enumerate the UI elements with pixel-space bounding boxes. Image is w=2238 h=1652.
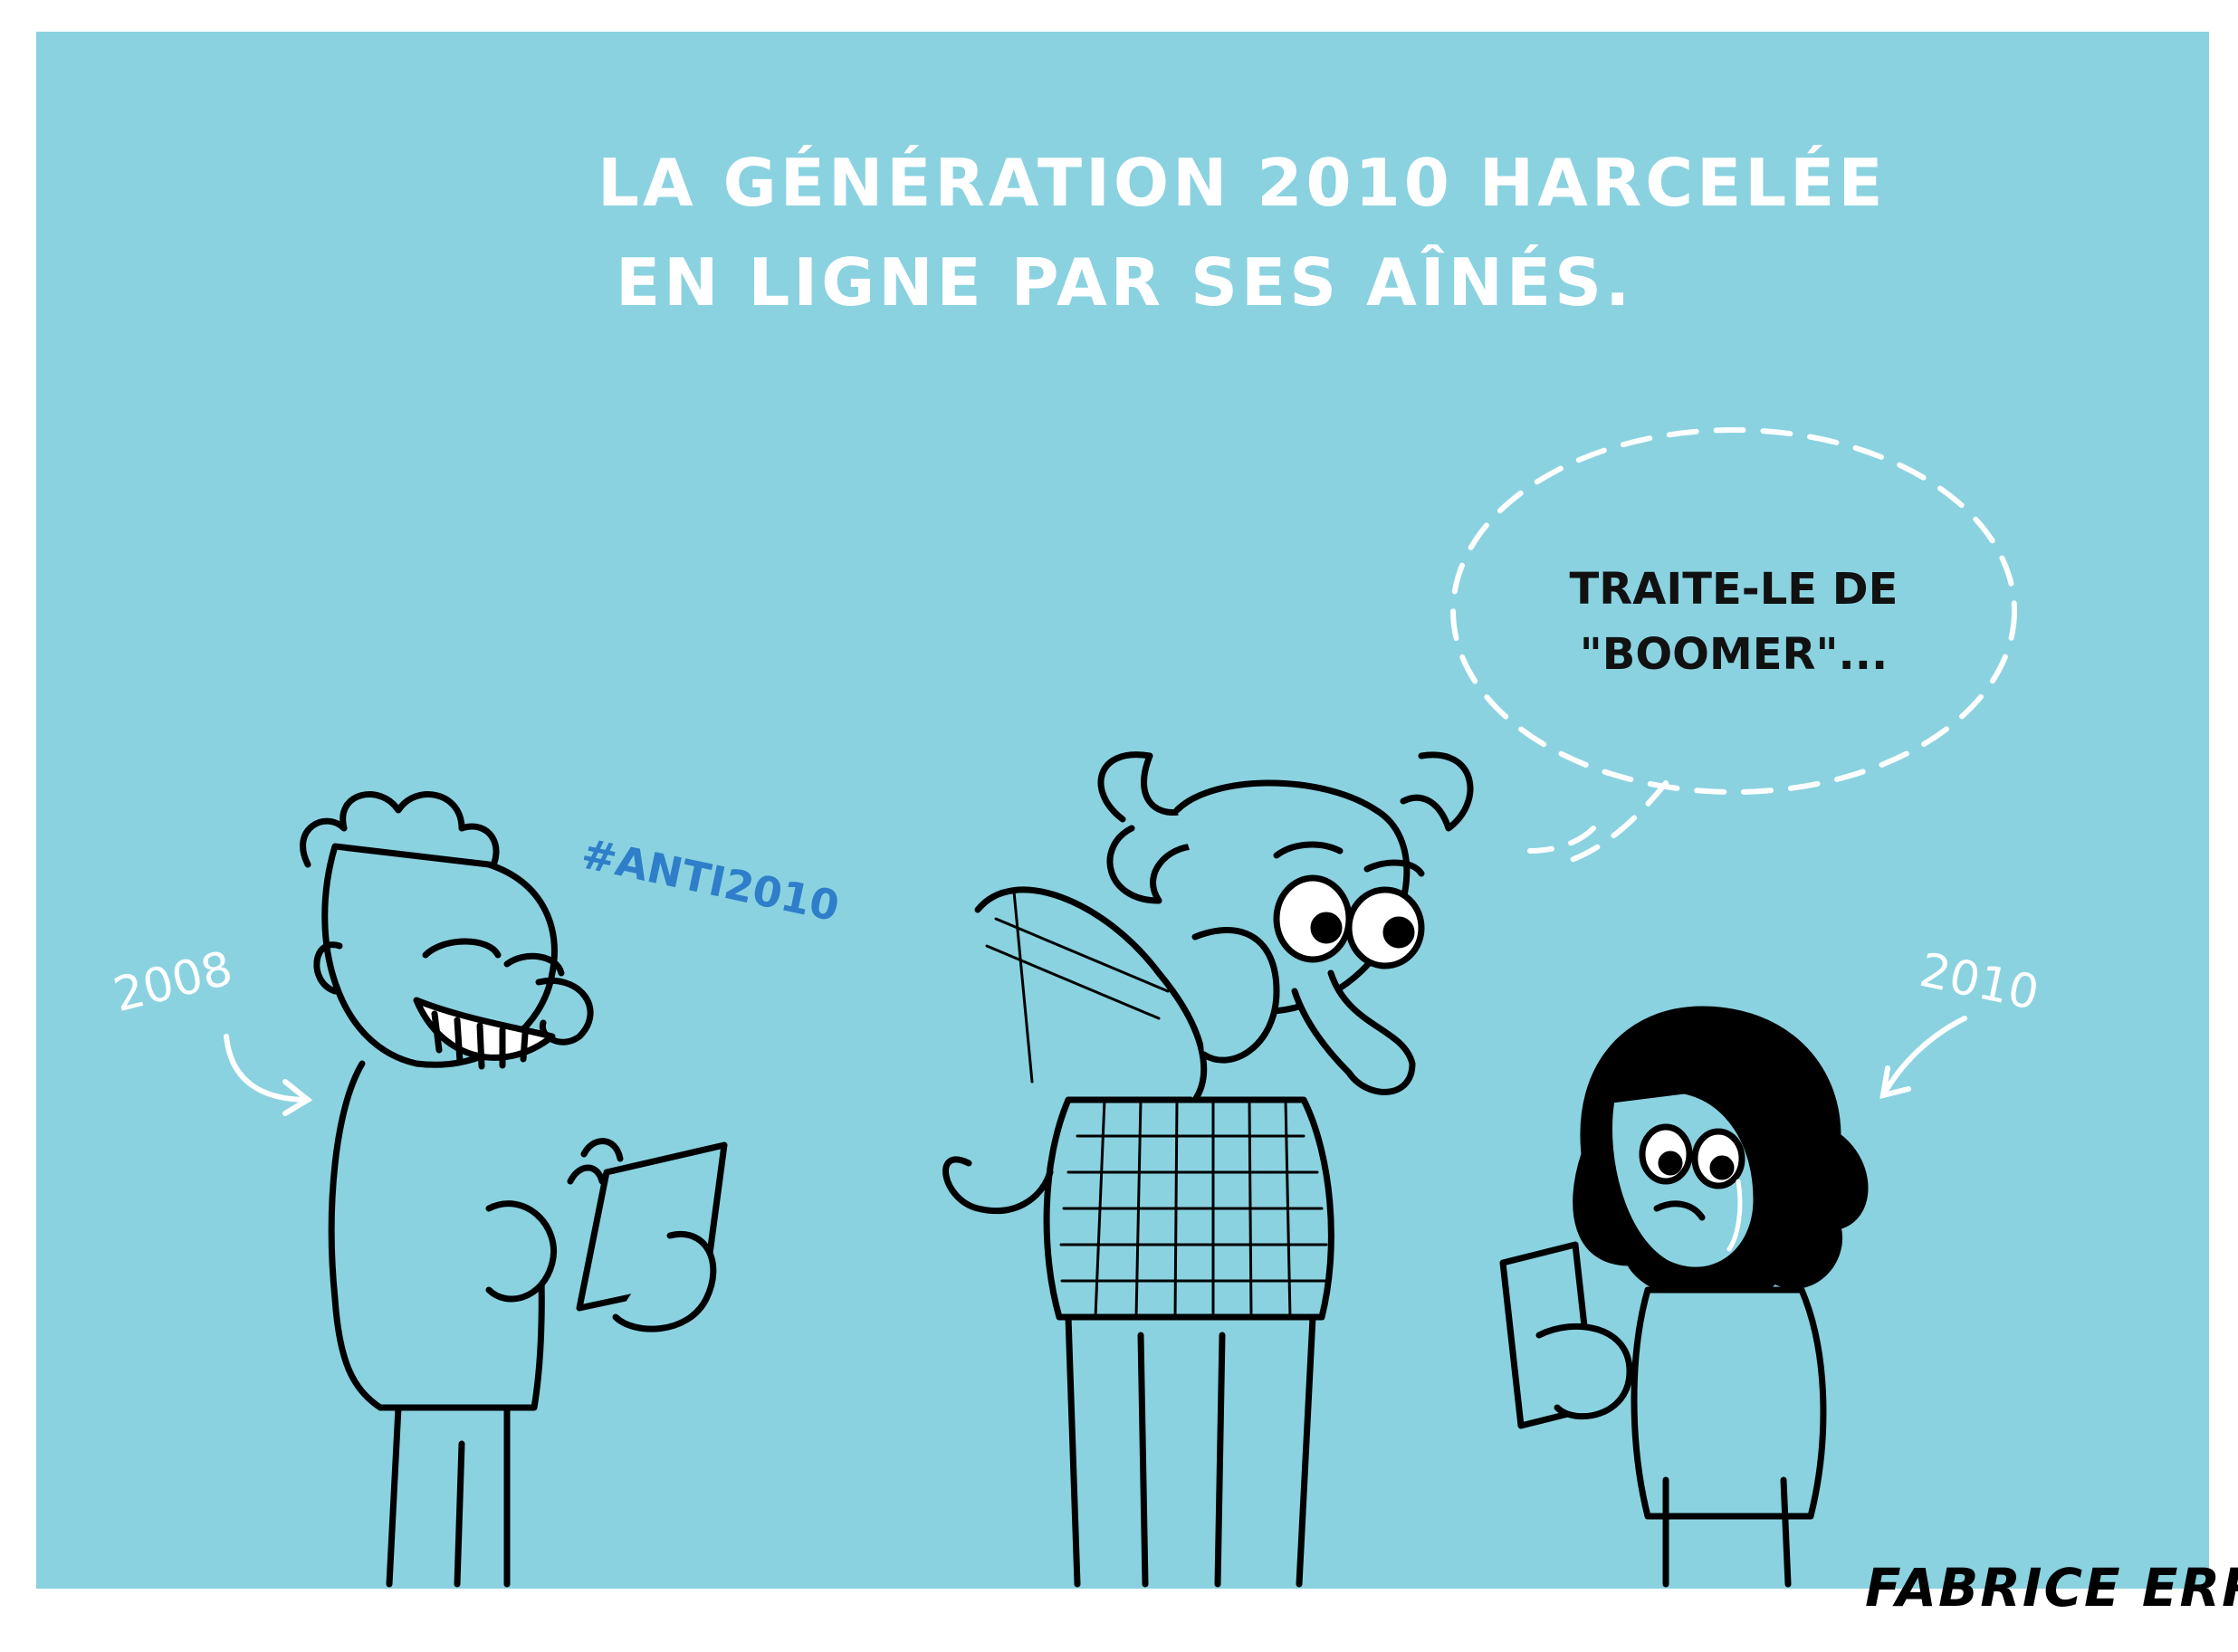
- artist-signature: FABRICE ERRE: [1865, 1557, 2238, 1619]
- speech-line-1: TRAITE-LE DE: [1569, 564, 1898, 615]
- cartoon-panel: LA GÉNÉRATION 2010 HARCELÉE EN LIGNE PAR…: [36, 32, 2209, 1589]
- title-line-2: EN LIGNE PAR SES AÎNÉS.: [616, 244, 1634, 320]
- right-character: [1499, 1006, 1869, 1588]
- title-line-1: LA GÉNÉRATION 2010 HARCELÉE: [598, 145, 1887, 221]
- middle-character: [942, 751, 1474, 1588]
- speech-line-2: "BOOMER"...: [1579, 629, 1889, 680]
- speech-bubble-text: TRAITE-LE DE "BOOMER"...: [1539, 557, 1928, 687]
- left-character: [300, 791, 728, 1588]
